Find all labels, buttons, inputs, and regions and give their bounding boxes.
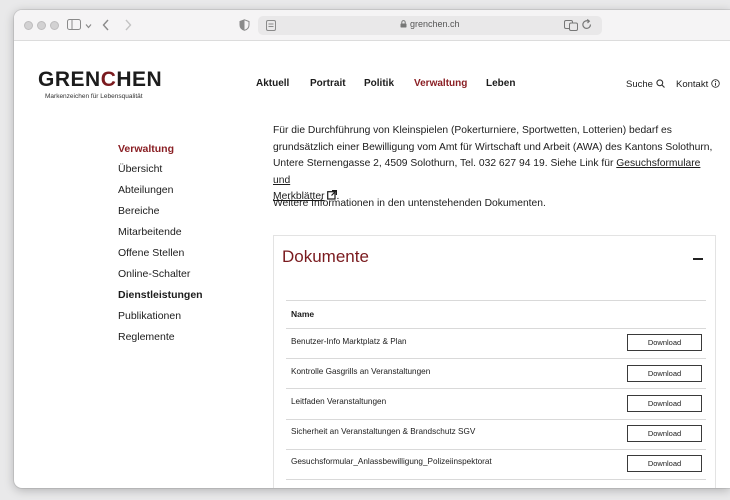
forward-icon[interactable]	[124, 19, 132, 33]
side-nav-offene-stellen[interactable]: Offene Stellen	[118, 247, 184, 259]
column-header-name: Name	[291, 309, 315, 319]
side-nav-publikationen[interactable]: Publikationen	[118, 310, 181, 322]
side-nav-heading[interactable]: Verwaltung	[118, 143, 174, 155]
divider	[286, 388, 706, 389]
nav-portrait[interactable]: Portrait	[310, 78, 346, 89]
side-nav-mitarbeitende[interactable]: Mitarbeitende	[118, 226, 182, 238]
url-label: grenchen.ch	[409, 19, 460, 29]
intro-line-1: Für die Durchführung von Kleinspielen (P…	[273, 125, 672, 136]
sidebar-toggle-icon[interactable]	[67, 19, 81, 32]
intro-line-3-text: Untere Sternengasse 2, 4509 Solothurn, T…	[273, 158, 617, 169]
search-link[interactable]: Suche	[626, 79, 665, 90]
info-icon	[711, 79, 720, 88]
document-name: Gesuchsformular_Anlassbewilligung_Polize…	[291, 457, 492, 466]
side-nav-bereiche[interactable]: Bereiche	[118, 205, 159, 217]
close-window-button[interactable]	[24, 21, 33, 30]
document-name: Benutzer-Info Marktplatz & Plan	[291, 337, 407, 346]
document-name: Kontrolle Gasgrills an Veranstaltungen	[291, 367, 431, 376]
collapse-icon[interactable]	[693, 258, 703, 260]
browser-toolbar: grenchen.ch	[14, 10, 730, 41]
divider	[286, 419, 706, 420]
download-button[interactable]: Download	[627, 334, 702, 351]
url-text[interactable]: grenchen.ch	[258, 19, 602, 29]
side-nav-reglemente[interactable]: Reglemente	[118, 331, 175, 343]
download-button[interactable]: Download	[627, 365, 702, 382]
search-label: Suche	[626, 79, 653, 90]
web-page: GRENCHEN Markenzeichen für Lebensqualitä…	[14, 41, 730, 488]
download-button[interactable]: Download	[627, 455, 702, 472]
intro-line-2: grundsätzlich einer Bewilligung vom Amt …	[273, 141, 713, 153]
chevron-down-icon[interactable]	[85, 20, 92, 32]
divider	[286, 328, 706, 329]
side-nav-dienstleistungen[interactable]: Dienstleistungen	[118, 289, 203, 301]
logo-tagline: Markenzeichen für Lebensqualität	[45, 93, 143, 100]
address-bar[interactable]: grenchen.ch	[258, 16, 602, 35]
documents-title[interactable]: Dokumente	[282, 247, 369, 267]
download-button[interactable]: Download	[627, 425, 702, 442]
nav-leben[interactable]: Leben	[486, 78, 515, 89]
privacy-shield-icon[interactable]	[239, 19, 250, 33]
reload-icon[interactable]	[582, 19, 592, 32]
intro-line-3: Untere Sternengasse 2, 4509 Solothurn, T…	[273, 156, 713, 189]
document-name: Leitfaden Veranstaltungen	[291, 397, 387, 406]
minimize-window-button[interactable]	[37, 21, 46, 30]
side-nav-online-schalter[interactable]: Online-Schalter	[118, 268, 190, 280]
translate-icon[interactable]	[564, 20, 578, 33]
divider	[286, 358, 706, 359]
nav-verwaltung[interactable]: Verwaltung	[414, 78, 467, 89]
contact-link[interactable]: Kontakt	[676, 79, 720, 90]
back-icon[interactable]	[102, 19, 110, 33]
logo-text-c: C	[100, 68, 117, 91]
contact-label: Kontakt	[676, 79, 709, 90]
divider	[286, 449, 706, 450]
divider	[286, 479, 706, 480]
browser-window: grenchen.ch GRENCHEN Markenzeichen für L…	[14, 10, 730, 488]
lock-icon	[400, 20, 407, 28]
logo-wordmark: GRENCHEN	[38, 68, 162, 92]
documents-accordion: Dokumente Name Benutzer-Info Marktplatz …	[273, 235, 716, 488]
divider	[286, 300, 706, 301]
nav-aktuell[interactable]: Aktuell	[256, 78, 289, 89]
side-nav-uebersicht[interactable]: Übersicht	[118, 163, 162, 175]
download-button[interactable]: Download	[627, 395, 702, 412]
more-info-paragraph: Weitere Informationen in den untenstehen…	[273, 198, 546, 209]
zoom-window-button[interactable]	[50, 21, 59, 30]
document-name: Sicherheit an Veranstaltungen & Brandsch…	[291, 427, 476, 436]
side-nav-abteilungen[interactable]: Abteilungen	[118, 184, 173, 196]
logo-text-start: GREN	[38, 68, 101, 91]
intro-paragraph: Für die Durchführung von Kleinspielen (P…	[273, 123, 713, 206]
nav-politik[interactable]: Politik	[364, 78, 394, 89]
search-icon	[656, 79, 665, 88]
logo-text-end: HEN	[116, 68, 163, 91]
